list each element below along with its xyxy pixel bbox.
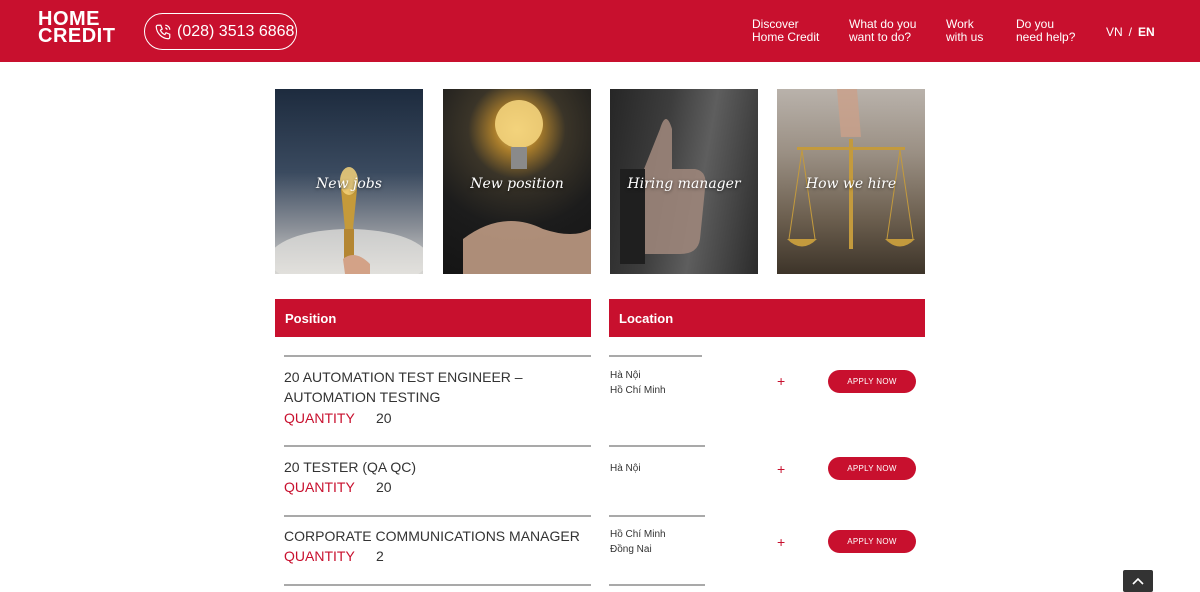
location-header-label: Location — [619, 310, 674, 326]
location-line1: Hà Nội — [610, 463, 641, 474]
nav-what-line2: want to do? — [849, 30, 912, 44]
job-title-line1: 20 TESTER (QA QC) — [284, 459, 416, 475]
job-title-line1: 20 AUTOMATION TEST ENGINEER – — [284, 369, 523, 385]
phone-icon — [155, 24, 171, 39]
chevron-up-icon — [1132, 577, 1144, 585]
tile-new-jobs[interactable]: New jobs — [275, 89, 423, 274]
site-header: HOME CREDIT (028) 3513 6868 Discover Hom… — [0, 0, 1200, 62]
lang-separator: / — [1128, 25, 1133, 39]
tile-new-jobs-label: New jobs — [316, 176, 382, 192]
job-title[interactable]: 20 TESTER (QA QC) — [284, 457, 584, 477]
tile-how-we-hire[interactable]: How we hire — [777, 89, 925, 274]
location-line2: Hồ Chí Minh — [610, 385, 666, 396]
language-switcher: VN / EN — [1106, 25, 1155, 39]
home-credit-logo[interactable]: HOME CREDIT — [38, 9, 116, 47]
nav-discover-home-credit[interactable]: Discover Home Credit — [752, 18, 819, 44]
tile-new-position-label: New position — [470, 176, 564, 192]
expand-plus-icon[interactable]: + — [777, 461, 785, 477]
nav-work-with-us[interactable]: Work with us — [946, 18, 983, 44]
tile-hiring-manager-label: Hiring manager — [627, 176, 741, 192]
expand-plus-icon[interactable]: + — [777, 534, 785, 550]
lang-en[interactable]: EN — [1138, 25, 1155, 39]
quantity-value: 20 — [376, 410, 392, 426]
tile-hiring-manager[interactable]: Hiring manager — [610, 89, 758, 274]
location-line1: Hồ Chí Minh — [610, 529, 666, 540]
quantity-value: 20 — [376, 479, 392, 495]
row-divider — [609, 445, 705, 447]
apply-now-button[interactable]: APPLY NOW — [828, 370, 916, 393]
tile-how-we-hire-label: How we hire — [805, 176, 897, 192]
job-quantity: QUANTITY 2 — [284, 548, 384, 564]
lang-vn[interactable]: VN — [1106, 25, 1123, 39]
quantity-label: QUANTITY — [284, 410, 355, 426]
phone-button[interactable]: (028) 3513 6868 — [144, 13, 297, 50]
job-quantity: QUANTITY 20 — [284, 410, 392, 426]
nav-discover-line2: Home Credit — [752, 30, 820, 44]
row-divider — [609, 584, 705, 586]
nav-work-line2: with us — [946, 30, 984, 44]
job-location: Hồ Chí Minh Đồng Nai — [610, 527, 666, 557]
row-divider — [284, 515, 591, 517]
expand-plus-icon[interactable]: + — [777, 373, 785, 389]
job-title-line1: CORPORATE COMMUNICATIONS MANAGER — [284, 528, 580, 544]
nav-need-help[interactable]: Do you need help? — [1016, 18, 1075, 44]
scroll-to-top-button[interactable] — [1123, 570, 1153, 592]
job-location: Hà Nội Hồ Chí Minh — [610, 368, 666, 398]
row-divider — [284, 584, 591, 586]
tile-new-position[interactable]: New position — [443, 89, 591, 274]
job-title[interactable]: 20 AUTOMATION TEST ENGINEER – AUTOMATION… — [284, 367, 584, 407]
apply-now-button[interactable]: APPLY NOW — [828, 530, 916, 553]
quantity-value: 2 — [376, 548, 384, 564]
row-divider — [609, 355, 702, 357]
row-divider — [609, 515, 705, 517]
job-quantity: QUANTITY 20 — [284, 479, 392, 495]
phone-number: (028) 3513 6868 — [177, 22, 295, 40]
nav-what-do-you-want[interactable]: What do you want to do? — [849, 18, 916, 44]
quantity-label: QUANTITY — [284, 479, 355, 495]
nav-help-line2: need help? — [1016, 30, 1076, 44]
job-location: Hà Nội — [610, 461, 641, 476]
quantity-label: QUANTITY — [284, 548, 355, 564]
location-column-header: Location — [609, 299, 925, 337]
row-divider — [284, 445, 591, 447]
job-title[interactable]: CORPORATE COMMUNICATIONS MANAGER — [284, 526, 584, 546]
position-column-header: Position — [275, 299, 591, 337]
job-title-line2: AUTOMATION TESTING — [284, 389, 441, 405]
position-header-label: Position — [285, 310, 337, 326]
row-divider — [284, 355, 591, 357]
apply-now-button[interactable]: APPLY NOW — [828, 457, 916, 480]
location-line2: Đồng Nai — [610, 544, 652, 555]
logo-line-2: CREDIT — [38, 25, 116, 47]
location-line1: Hà Nội — [610, 370, 641, 381]
